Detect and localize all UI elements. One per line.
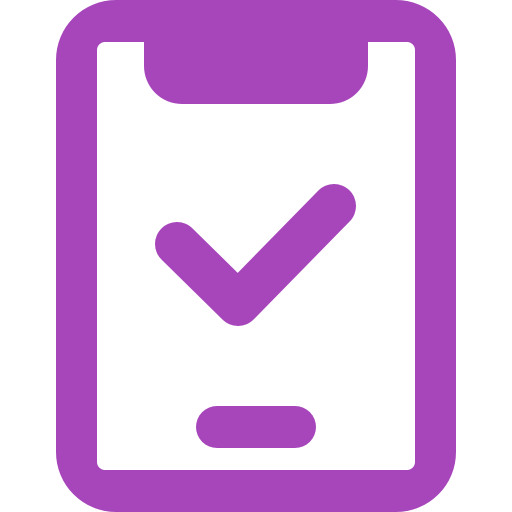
home-indicator — [196, 406, 316, 448]
mobile-check-icon — [56, 0, 456, 512]
icon-canvas — [0, 0, 512, 512]
device-notch — [144, 40, 368, 104]
checkmark-icon — [155, 184, 356, 326]
